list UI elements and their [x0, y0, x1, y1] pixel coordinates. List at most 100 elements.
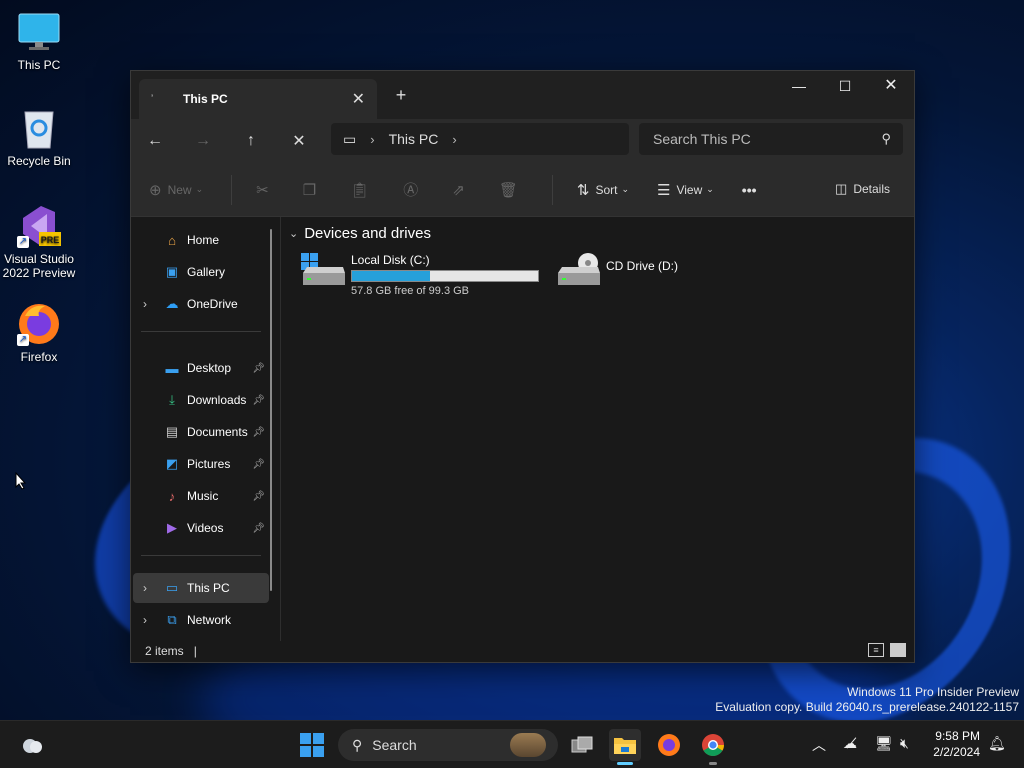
breadcrumb-this-pc[interactable]: This PC [389, 131, 439, 147]
maximize-button[interactable]: ☐ [822, 71, 868, 103]
window-body: ⌂ Home ▣ Gallery › ☁ OneDrive ▬ Desktop … [131, 217, 914, 641]
more-options-button[interactable]: ••• [742, 182, 757, 198]
desktop-icon-firefox[interactable]: ↗ Firefox [0, 302, 78, 364]
search-highlight-image [510, 733, 546, 757]
rename-button[interactable]: Ⓐ [403, 179, 424, 200]
nav-item-network[interactable]: › ⧉ Network [133, 605, 269, 635]
address-bar[interactable]: ▭ › This PC › [331, 123, 629, 155]
gallery-icon: ▣ [165, 264, 179, 279]
search-input[interactable]: Search This PC ⚲ [639, 123, 903, 155]
pin-icon[interactable]: 📌︎ [252, 523, 265, 534]
clock-time: 9:58 PM [935, 729, 980, 743]
nav-item-music[interactable]: ♪ Music 📌︎ [133, 481, 269, 511]
start-button[interactable] [300, 733, 324, 757]
drive-item-d[interactable]: CD Drive (D:) [556, 253, 678, 289]
nav-label: Network [187, 613, 232, 627]
pin-icon[interactable]: 📌︎ [252, 427, 265, 438]
desktop-icon-visual-studio[interactable]: PRE ↗ Visual Studio 2022 Preview [0, 204, 78, 280]
watermark-line-2: Evaluation copy. Build 26040.rs_prerelea… [715, 700, 1019, 714]
pin-icon[interactable]: 📌︎ [252, 491, 265, 502]
taskbar-clock[interactable]: 9:58 PM 2/2/2024 [933, 728, 980, 760]
desktop-icon-this-pc[interactable]: This PC [0, 10, 78, 72]
show-hidden-icons-chevron-icon[interactable]: ︿ [812, 735, 826, 755]
nav-label: Music [187, 489, 219, 503]
desktop-icon-label: Visual Studio 2022 Preview [2, 252, 76, 280]
new-button[interactable]: ⊕ New ⌄ [149, 181, 203, 199]
chevron-down-icon: ⌄ [706, 184, 714, 194]
nav-label: Documents [187, 425, 248, 439]
chevron-right-icon[interactable]: › [143, 613, 157, 627]
taskbar-file-explorer[interactable] [609, 729, 641, 765]
download-icon: ⤓ [169, 392, 175, 407]
close-window-button[interactable]: ✕ [868, 71, 914, 103]
tiles-view-button[interactable] [890, 643, 906, 657]
network-icon[interactable]: 🖥︎ [875, 735, 893, 752]
nav-item-desktop[interactable]: ▬ Desktop 📌︎ [133, 353, 269, 383]
tab-close-icon[interactable]: ✕ [352, 89, 365, 109]
nav-item-gallery[interactable]: ▣ Gallery [133, 257, 269, 287]
tab-this-pc[interactable]: ʼ This PC ✕ [139, 79, 377, 119]
share-button[interactable]: ⇗ [452, 181, 471, 199]
cut-button[interactable]: ✂ [256, 181, 275, 199]
paste-button[interactable]: 📋︎ [350, 181, 375, 199]
desktop-icon-label: Firefox [20, 350, 58, 364]
navigation-pane: ⌂ Home ▣ Gallery › ☁ OneDrive ▬ Desktop … [131, 217, 281, 641]
new-tab-button[interactable]: + [389, 83, 413, 107]
nav-label: OneDrive [187, 297, 238, 311]
taskbar-chrome[interactable] [697, 729, 729, 765]
details-label: Details [853, 182, 890, 196]
more-options-icon: ••• [741, 181, 757, 198]
search-icon: ⚲ [352, 736, 363, 753]
taskbar-firefox[interactable] [653, 729, 685, 761]
details-pane-icon: ◫ [835, 181, 848, 196]
forward-button[interactable]: → [179, 132, 227, 150]
nav-item-documents[interactable]: ▤ Documents 📌︎ [133, 417, 269, 447]
monitor-icon: ▭ [165, 580, 179, 595]
drive-item-c[interactable]: Local Disk (C:) 57.8 GB free of 99.3 GB [301, 253, 539, 297]
nav-item-pictures[interactable]: ◩ Pictures 📌︎ [133, 449, 269, 479]
nav-label: Home [187, 233, 220, 247]
weather-widget-icon[interactable] [20, 733, 44, 757]
volume-muted-icon[interactable]: 🔇︎ [900, 735, 909, 752]
details-view-button[interactable]: ≡ [868, 643, 884, 657]
nav-item-videos[interactable]: ▶ Videos 📌︎ [133, 513, 269, 543]
chevron-right-icon: › [370, 131, 375, 147]
notification-bell-icon[interactable]: 🔔︎ [988, 735, 1006, 752]
details-pane-button[interactable]: ◫ Details [835, 181, 890, 197]
task-view-icon [571, 736, 593, 753]
task-view-button[interactable] [566, 729, 598, 761]
scissors-icon: ✂ [256, 181, 269, 199]
search-placeholder: Search This PC [653, 131, 751, 147]
windows-logo-icon [300, 733, 311, 744]
pin-icon[interactable]: 📌︎ [252, 395, 265, 406]
music-icon: ♪ [168, 488, 176, 504]
group-header-devices[interactable]: ⌄ Devices and drives [289, 225, 431, 242]
pin-icon[interactable]: 📌︎ [252, 363, 265, 374]
nav-item-downloads[interactable]: ⤓ Downloads 📌︎ [133, 385, 269, 415]
back-button[interactable]: ← [131, 132, 179, 150]
chevron-right-icon[interactable]: › [143, 297, 157, 311]
desktop-icon-recycle-bin[interactable]: Recycle Bin [0, 106, 78, 168]
taskbar-search[interactable]: ⚲ Search [338, 729, 558, 761]
minimize-button[interactable]: — [776, 71, 822, 103]
taskbar: ⚲ Search ︿ ☁̸ 🖥︎ 🔇︎ 9:58 PM 2/2/2024 🔔︎ [0, 720, 1024, 768]
stop-button[interactable]: ✕ [275, 131, 323, 151]
nav-item-this-pc[interactable]: › ▭ This PC [133, 573, 269, 603]
nav-item-home[interactable]: ⌂ Home [133, 225, 269, 255]
onedrive-offline-icon[interactable]: ☁̸ [843, 735, 857, 752]
chevron-right-icon[interactable]: › [452, 132, 456, 147]
chevron-right-icon[interactable]: › [143, 581, 157, 595]
nav-item-onedrive[interactable]: › ☁ OneDrive [133, 289, 269, 319]
copy-button[interactable]: ❐ [303, 181, 322, 199]
view-button[interactable]: ☰ View ⌄ [657, 181, 714, 199]
address-bar-row: ← → ↑ ✕ ▭ › This PC › Search This PC ⚲ [131, 119, 914, 163]
pin-icon[interactable]: 📌︎ [252, 459, 265, 470]
sort-button[interactable]: ⇅ Sort ⌄ [577, 181, 629, 199]
nav-scrollbar[interactable] [270, 229, 272, 591]
desktop-icon-label: Recycle Bin [7, 154, 71, 168]
delete-button[interactable]: 🗑︎ [499, 181, 524, 199]
nav-label: Videos [187, 521, 224, 535]
rename-icon: Ⓐ [403, 182, 419, 199]
nav-divider [141, 555, 261, 556]
up-button[interactable]: ↑ [227, 132, 275, 150]
